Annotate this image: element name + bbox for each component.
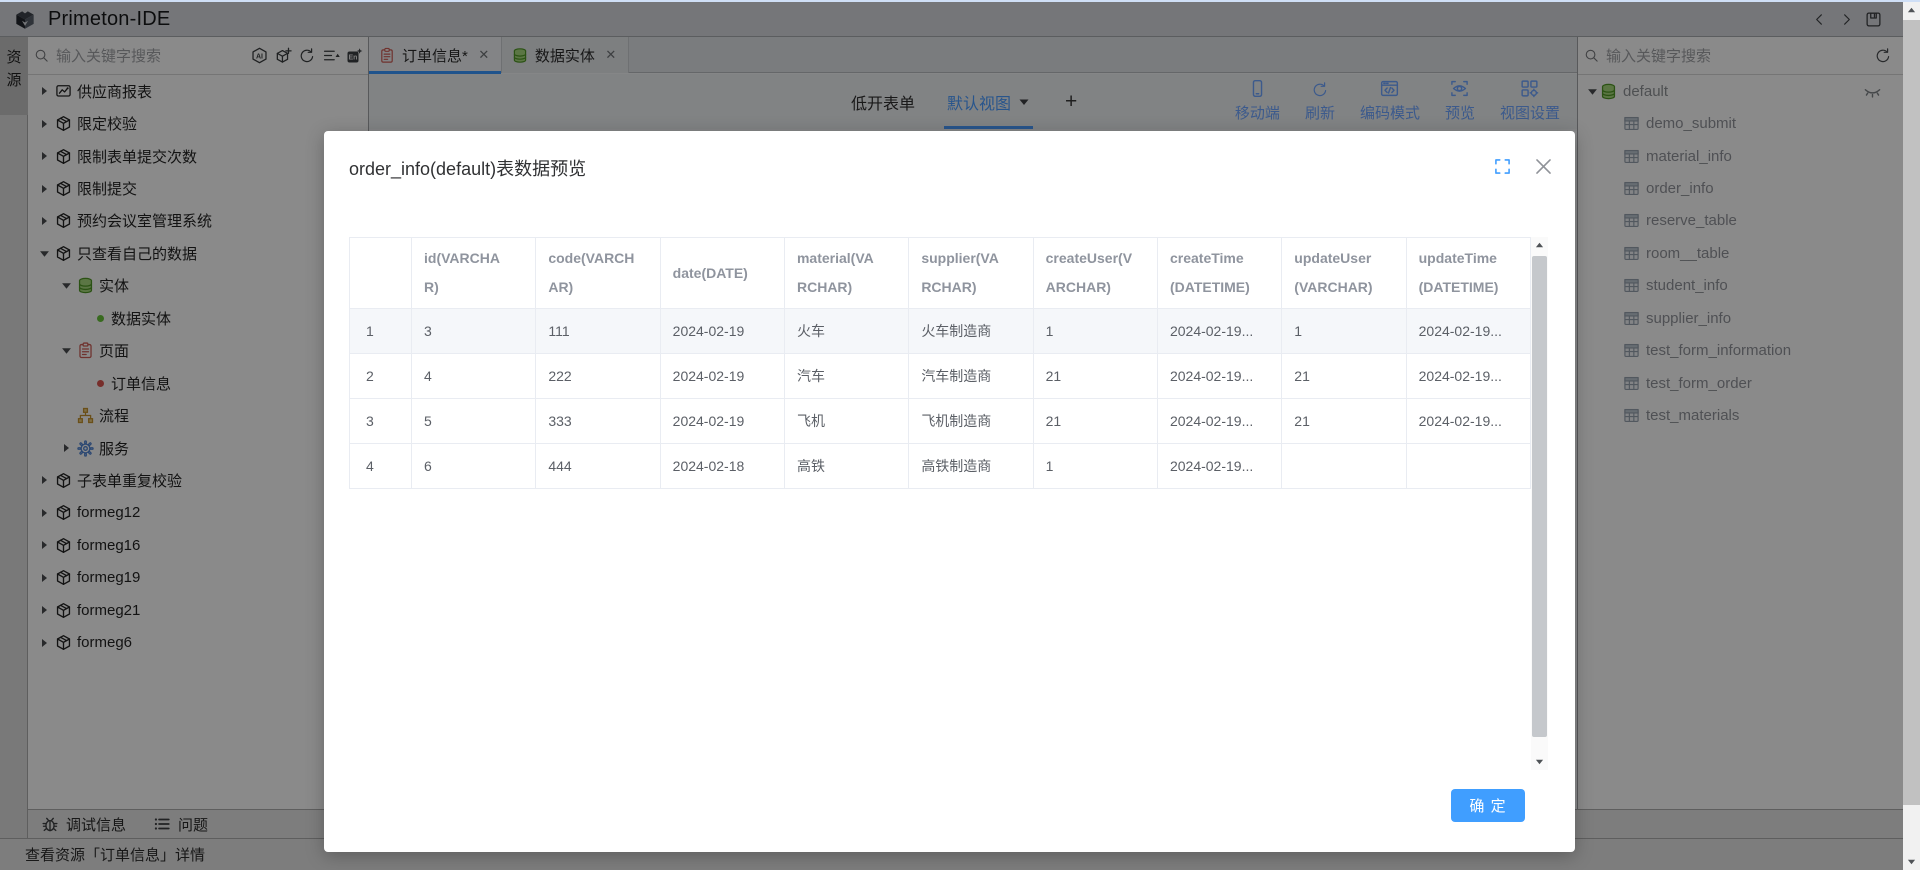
table-cell: 1	[1282, 309, 1406, 354]
preview-table-container: id(VARCHA R)code(VARCH AR)date(DATE)mate…	[349, 237, 1548, 770]
table-cell: 21	[1033, 354, 1157, 399]
column-header: createTime (DATETIME)	[1157, 238, 1281, 309]
column-header: updateUser (VARCHAR)	[1282, 238, 1406, 309]
table-cell: 3	[412, 309, 536, 354]
page-scroll-up-icon[interactable]	[1903, 2, 1920, 19]
table-cell: 2024-02-18	[660, 444, 784, 489]
dialog-footer: 确 定	[1451, 789, 1525, 822]
column-header	[350, 238, 412, 309]
table-cell: 1	[1033, 309, 1157, 354]
table-cell: 飞机	[784, 399, 908, 444]
triangle-down-icon	[1907, 857, 1916, 866]
dialog-close-button[interactable]	[1534, 157, 1553, 176]
table-cell: 2024-02-19...	[1157, 309, 1281, 354]
table-cell: 火车	[784, 309, 908, 354]
column-header: supplier(VA RCHAR)	[909, 238, 1033, 309]
column-header: code(VARCH AR)	[536, 238, 660, 309]
table-row[interactable]: 131112024-02-19火车火车制造商12024-02-19...1202…	[350, 309, 1531, 354]
column-header: date(DATE)	[660, 238, 784, 309]
table-cell: 21	[1282, 399, 1406, 444]
page-scrollbar-thumb[interactable]	[1903, 20, 1920, 805]
column-header: createUser(V ARCHAR)	[1033, 238, 1157, 309]
column-header: id(VARCHA R)	[412, 238, 536, 309]
fullscreen-button[interactable]	[1494, 158, 1511, 175]
page-scrollbar[interactable]	[1903, 0, 1920, 870]
table-cell: 2024-02-19...	[1157, 399, 1281, 444]
preview-table: id(VARCHA R)code(VARCH AR)date(DATE)mate…	[349, 237, 1531, 489]
table-cell: 6	[412, 444, 536, 489]
triangle-down-icon	[1535, 757, 1544, 766]
table-cell: 1	[350, 309, 412, 354]
dialog-title: order_info(default)表数据预览	[349, 155, 586, 181]
table-cell: 4	[412, 354, 536, 399]
table-cell: 2024-02-19...	[1406, 399, 1530, 444]
table-cell: 1	[1033, 444, 1157, 489]
column-header: material(VA RCHAR)	[784, 238, 908, 309]
table-cell: 2024-02-19...	[1406, 309, 1530, 354]
table-cell: 3	[350, 399, 412, 444]
table-scrollbar-thumb[interactable]	[1532, 256, 1547, 737]
table-cell: 21	[1033, 399, 1157, 444]
table-cell: 21	[1282, 354, 1406, 399]
table-cell: 汽车	[784, 354, 908, 399]
table-header-row: id(VARCHA R)code(VARCH AR)date(DATE)mate…	[350, 238, 1531, 309]
table-cell: 飞机制造商	[909, 399, 1033, 444]
table-cell: 2024-02-19	[660, 354, 784, 399]
table-cell: 4	[350, 444, 412, 489]
column-header: updateTime (DATETIME)	[1406, 238, 1530, 309]
confirm-button[interactable]: 确 定	[1451, 789, 1525, 822]
table-cell: 高铁制造商	[909, 444, 1033, 489]
table-row[interactable]: 464442024-02-18高铁高铁制造商12024-02-19...	[350, 444, 1531, 489]
dialog-tools	[1494, 157, 1553, 176]
table-cell: 高铁	[784, 444, 908, 489]
scroll-down-icon[interactable]	[1531, 753, 1548, 770]
triangle-up-icon	[1907, 6, 1916, 15]
table-cell: 2024-02-19...	[1406, 354, 1530, 399]
page-scroll-down-icon[interactable]	[1903, 853, 1920, 870]
table-cell: 2024-02-19	[660, 309, 784, 354]
table-cell: 444	[536, 444, 660, 489]
table-cell: 5	[412, 399, 536, 444]
table-cell: 2024-02-19	[660, 399, 784, 444]
fullscreen-icon	[1494, 158, 1511, 175]
triangle-up-icon	[1535, 241, 1544, 250]
table-cell	[1282, 444, 1406, 489]
table-scrollbar[interactable]	[1531, 237, 1548, 770]
table-row[interactable]: 353332024-02-19飞机飞机制造商212024-02-19...212…	[350, 399, 1531, 444]
table-cell: 111	[536, 309, 660, 354]
close-icon	[1534, 157, 1553, 176]
table-preview-dialog: order_info(default)表数据预览 id(VARCHA R)cod…	[324, 131, 1575, 852]
table-cell: 2	[350, 354, 412, 399]
table-row[interactable]: 242222024-02-19汽车汽车制造商212024-02-19...212…	[350, 354, 1531, 399]
table-cell: 222	[536, 354, 660, 399]
window-top-edge	[0, 0, 1920, 2]
table-cell: 2024-02-19...	[1157, 444, 1281, 489]
table-cell: 2024-02-19...	[1157, 354, 1281, 399]
table-cell	[1406, 444, 1530, 489]
table-cell: 333	[536, 399, 660, 444]
scroll-up-icon[interactable]	[1531, 237, 1548, 254]
table-cell: 火车制造商	[909, 309, 1033, 354]
table-cell: 汽车制造商	[909, 354, 1033, 399]
